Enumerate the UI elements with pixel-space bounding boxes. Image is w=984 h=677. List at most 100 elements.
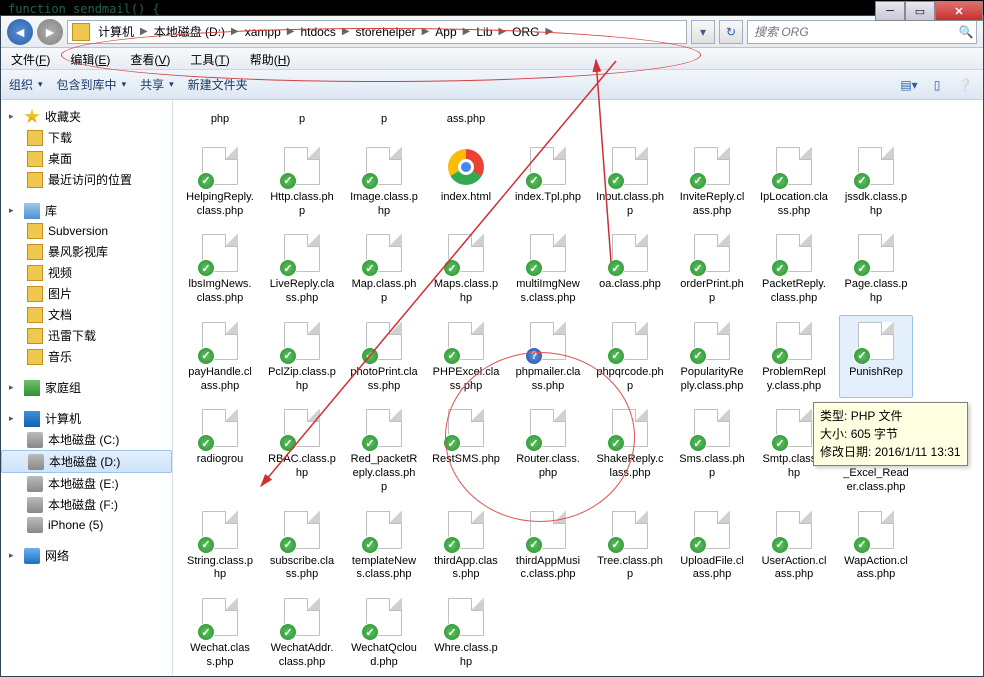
file-item[interactable]: ✓oa.class.php xyxy=(593,227,667,311)
breadcrumb-segment[interactable]: 计算机 xyxy=(94,23,138,40)
file-item[interactable]: ✓PclZip.class.php xyxy=(265,315,339,399)
file-item[interactable]: ✓String.class.php xyxy=(183,504,257,588)
file-item[interactable]: ✓thirdAppMusic.class.php xyxy=(511,504,585,588)
history-dropdown[interactable]: ▾ xyxy=(691,20,715,44)
file-item[interactable]: ✓Whre.class.php xyxy=(429,591,503,675)
share-button[interactable]: 共享 xyxy=(140,76,174,93)
close-button[interactable]: ✕ xyxy=(935,1,983,21)
file-item[interactable]: ✓Wechat.class.php xyxy=(183,591,257,675)
file-item[interactable]: ✓thirdApp.class.php xyxy=(429,504,503,588)
file-item[interactable]: ✓ShakeReply.class.php xyxy=(593,402,667,499)
file-item[interactable]: ✓Page.class.php xyxy=(839,227,913,311)
file-item[interactable]: ✓PunishRep xyxy=(839,315,913,399)
file-pane[interactable]: phpppass.php ✓HelpingReply.class.php✓Htt… xyxy=(173,100,983,676)
menu-h[interactable]: 帮助(H) xyxy=(240,48,301,69)
breadcrumb-separator[interactable]: ▶ xyxy=(496,26,508,37)
file-item[interactable]: ✓Tree.class.php xyxy=(593,504,667,588)
tree-计算机[interactable]: ▸计算机 xyxy=(1,408,172,429)
file-item[interactable]: ✓UserAction.class.php xyxy=(757,504,831,588)
file-item[interactable]: ✓PopularityReply.class.php xyxy=(675,315,749,399)
breadcrumb-segment[interactable]: htdocs xyxy=(296,25,339,39)
tree-item[interactable]: 暴风影视库 xyxy=(1,241,172,262)
preview-pane-icon[interactable]: ▯ xyxy=(927,75,947,95)
breadcrumb-separator[interactable]: ▶ xyxy=(420,26,432,37)
tree-item[interactable]: 桌面 xyxy=(1,148,172,169)
tree-家庭组[interactable]: ▸家庭组 xyxy=(1,377,172,398)
menu-t[interactable]: 工具(T) xyxy=(180,48,239,69)
organize-button[interactable]: 组织 xyxy=(9,76,43,93)
file-item[interactable]: ✓index.Tpl.php xyxy=(511,140,585,224)
tree-item[interactable]: 本地磁盘 (E:) xyxy=(1,473,172,494)
file-item[interactable]: ?phpmailer.class.php xyxy=(511,315,585,399)
breadcrumb-separator[interactable]: ▶ xyxy=(543,26,555,37)
breadcrumb-segment[interactable]: Lib xyxy=(472,25,496,39)
file-item[interactable]: ✓WechatAddr.class.php xyxy=(265,591,339,675)
file-item[interactable]: ✓lbsImgNews.class.php xyxy=(183,227,257,311)
file-item[interactable]: ✓ProblemReply.class.php xyxy=(757,315,831,399)
minimize-button[interactable]: ─ xyxy=(875,1,905,21)
breadcrumb-segment[interactable]: xampp xyxy=(241,25,285,39)
file-item[interactable]: ✓multiImgNews.class.php xyxy=(511,227,585,311)
file-item[interactable]: ✓payHandle.class.php xyxy=(183,315,257,399)
file-item[interactable]: ✓jssdk.class.php xyxy=(839,140,913,224)
file-item-partial[interactable]: p xyxy=(347,106,421,132)
file-item[interactable]: ✓Red_packetReply.class.php xyxy=(347,402,421,499)
tree-item[interactable]: 文档 xyxy=(1,304,172,325)
file-item[interactable]: ✓WapAction.class.php xyxy=(839,504,913,588)
forward-button[interactable]: ► xyxy=(37,19,63,45)
include-library-button[interactable]: 包含到库中 xyxy=(57,76,127,93)
tree-网络[interactable]: ▸网络 xyxy=(1,545,172,566)
new-folder-button[interactable]: 新建文件夹 xyxy=(188,76,248,93)
file-item[interactable]: ✓UploadFile.class.php xyxy=(675,504,749,588)
tree-收藏夹[interactable]: ▸收藏夹 xyxy=(1,106,172,127)
file-item[interactable]: ✓Router.class.php xyxy=(511,402,585,499)
tree-item[interactable]: 迅雷下载 xyxy=(1,325,172,346)
file-item[interactable]: ✓LiveReply.class.php xyxy=(265,227,339,311)
file-item-partial[interactable]: p xyxy=(265,106,339,132)
tree-item[interactable]: iPhone (5) xyxy=(1,515,172,535)
file-item[interactable]: ✓Sms.class.php xyxy=(675,402,749,499)
maximize-button[interactable]: ▭ xyxy=(905,1,935,21)
breadcrumb-segment[interactable]: 本地磁盘 (D:) xyxy=(150,23,229,40)
breadcrumb-separator[interactable]: ▶ xyxy=(138,26,150,37)
tree-item[interactable]: 图片 xyxy=(1,283,172,304)
tree-item[interactable]: 音乐 xyxy=(1,346,172,367)
search-input[interactable] xyxy=(748,25,956,39)
file-item[interactable]: ✓Http.class.php xyxy=(265,140,339,224)
tree-item[interactable]: 本地磁盘 (C:) xyxy=(1,429,172,450)
file-item[interactable]: ✓radiogrou xyxy=(183,402,257,499)
breadcrumb-segment[interactable]: ORG xyxy=(508,25,543,39)
back-button[interactable]: ◄ xyxy=(7,19,33,45)
file-item-partial[interactable]: php xyxy=(183,106,257,132)
file-item[interactable]: ✓PHPExcel.class.php xyxy=(429,315,503,399)
tree-item[interactable]: Subversion xyxy=(1,221,172,241)
file-item[interactable]: ✓subscribe.class.php xyxy=(265,504,339,588)
breadcrumb[interactable]: 计算机▶本地磁盘 (D:)▶xampp▶htdocs▶storehelper▶A… xyxy=(67,20,687,44)
search-box[interactable]: 🔍 xyxy=(747,20,977,44)
file-item[interactable]: ✓orderPrint.php xyxy=(675,227,749,311)
breadcrumb-separator[interactable]: ▶ xyxy=(229,26,241,37)
menu-e[interactable]: 编辑(E) xyxy=(60,48,120,69)
tree-item[interactable]: 视频 xyxy=(1,262,172,283)
file-item[interactable]: ✓Image.class.php xyxy=(347,140,421,224)
file-item[interactable]: ✓RBAC.class.php xyxy=(265,402,339,499)
file-item[interactable]: ✓InviteReply.class.php xyxy=(675,140,749,224)
tree-库[interactable]: ▸库 xyxy=(1,200,172,221)
tree-item[interactable]: 本地磁盘 (D:) xyxy=(1,450,172,473)
breadcrumb-separator[interactable]: ▶ xyxy=(461,26,473,37)
breadcrumb-segment[interactable]: storehelper xyxy=(352,25,420,39)
help-icon[interactable]: ❔ xyxy=(955,75,975,95)
tree-item[interactable]: 下载 xyxy=(1,127,172,148)
breadcrumb-separator[interactable]: ▶ xyxy=(285,26,297,37)
file-item[interactable]: ✓Input.class.php xyxy=(593,140,667,224)
search-icon[interactable]: 🔍 xyxy=(956,25,976,39)
breadcrumb-separator[interactable]: ▶ xyxy=(340,26,352,37)
file-item[interactable]: ✓Map.class.php xyxy=(347,227,421,311)
file-item-partial[interactable]: ass.php xyxy=(429,106,503,132)
file-item[interactable]: ✓PacketReply.class.php xyxy=(757,227,831,311)
file-item[interactable]: index.html xyxy=(429,140,503,224)
file-item[interactable]: ✓phpqrcode.php xyxy=(593,315,667,399)
file-item[interactable]: ✓templateNews.class.php xyxy=(347,504,421,588)
file-item[interactable]: ✓WechatQcloud.php xyxy=(347,591,421,675)
file-item[interactable]: ✓Maps.class.php xyxy=(429,227,503,311)
